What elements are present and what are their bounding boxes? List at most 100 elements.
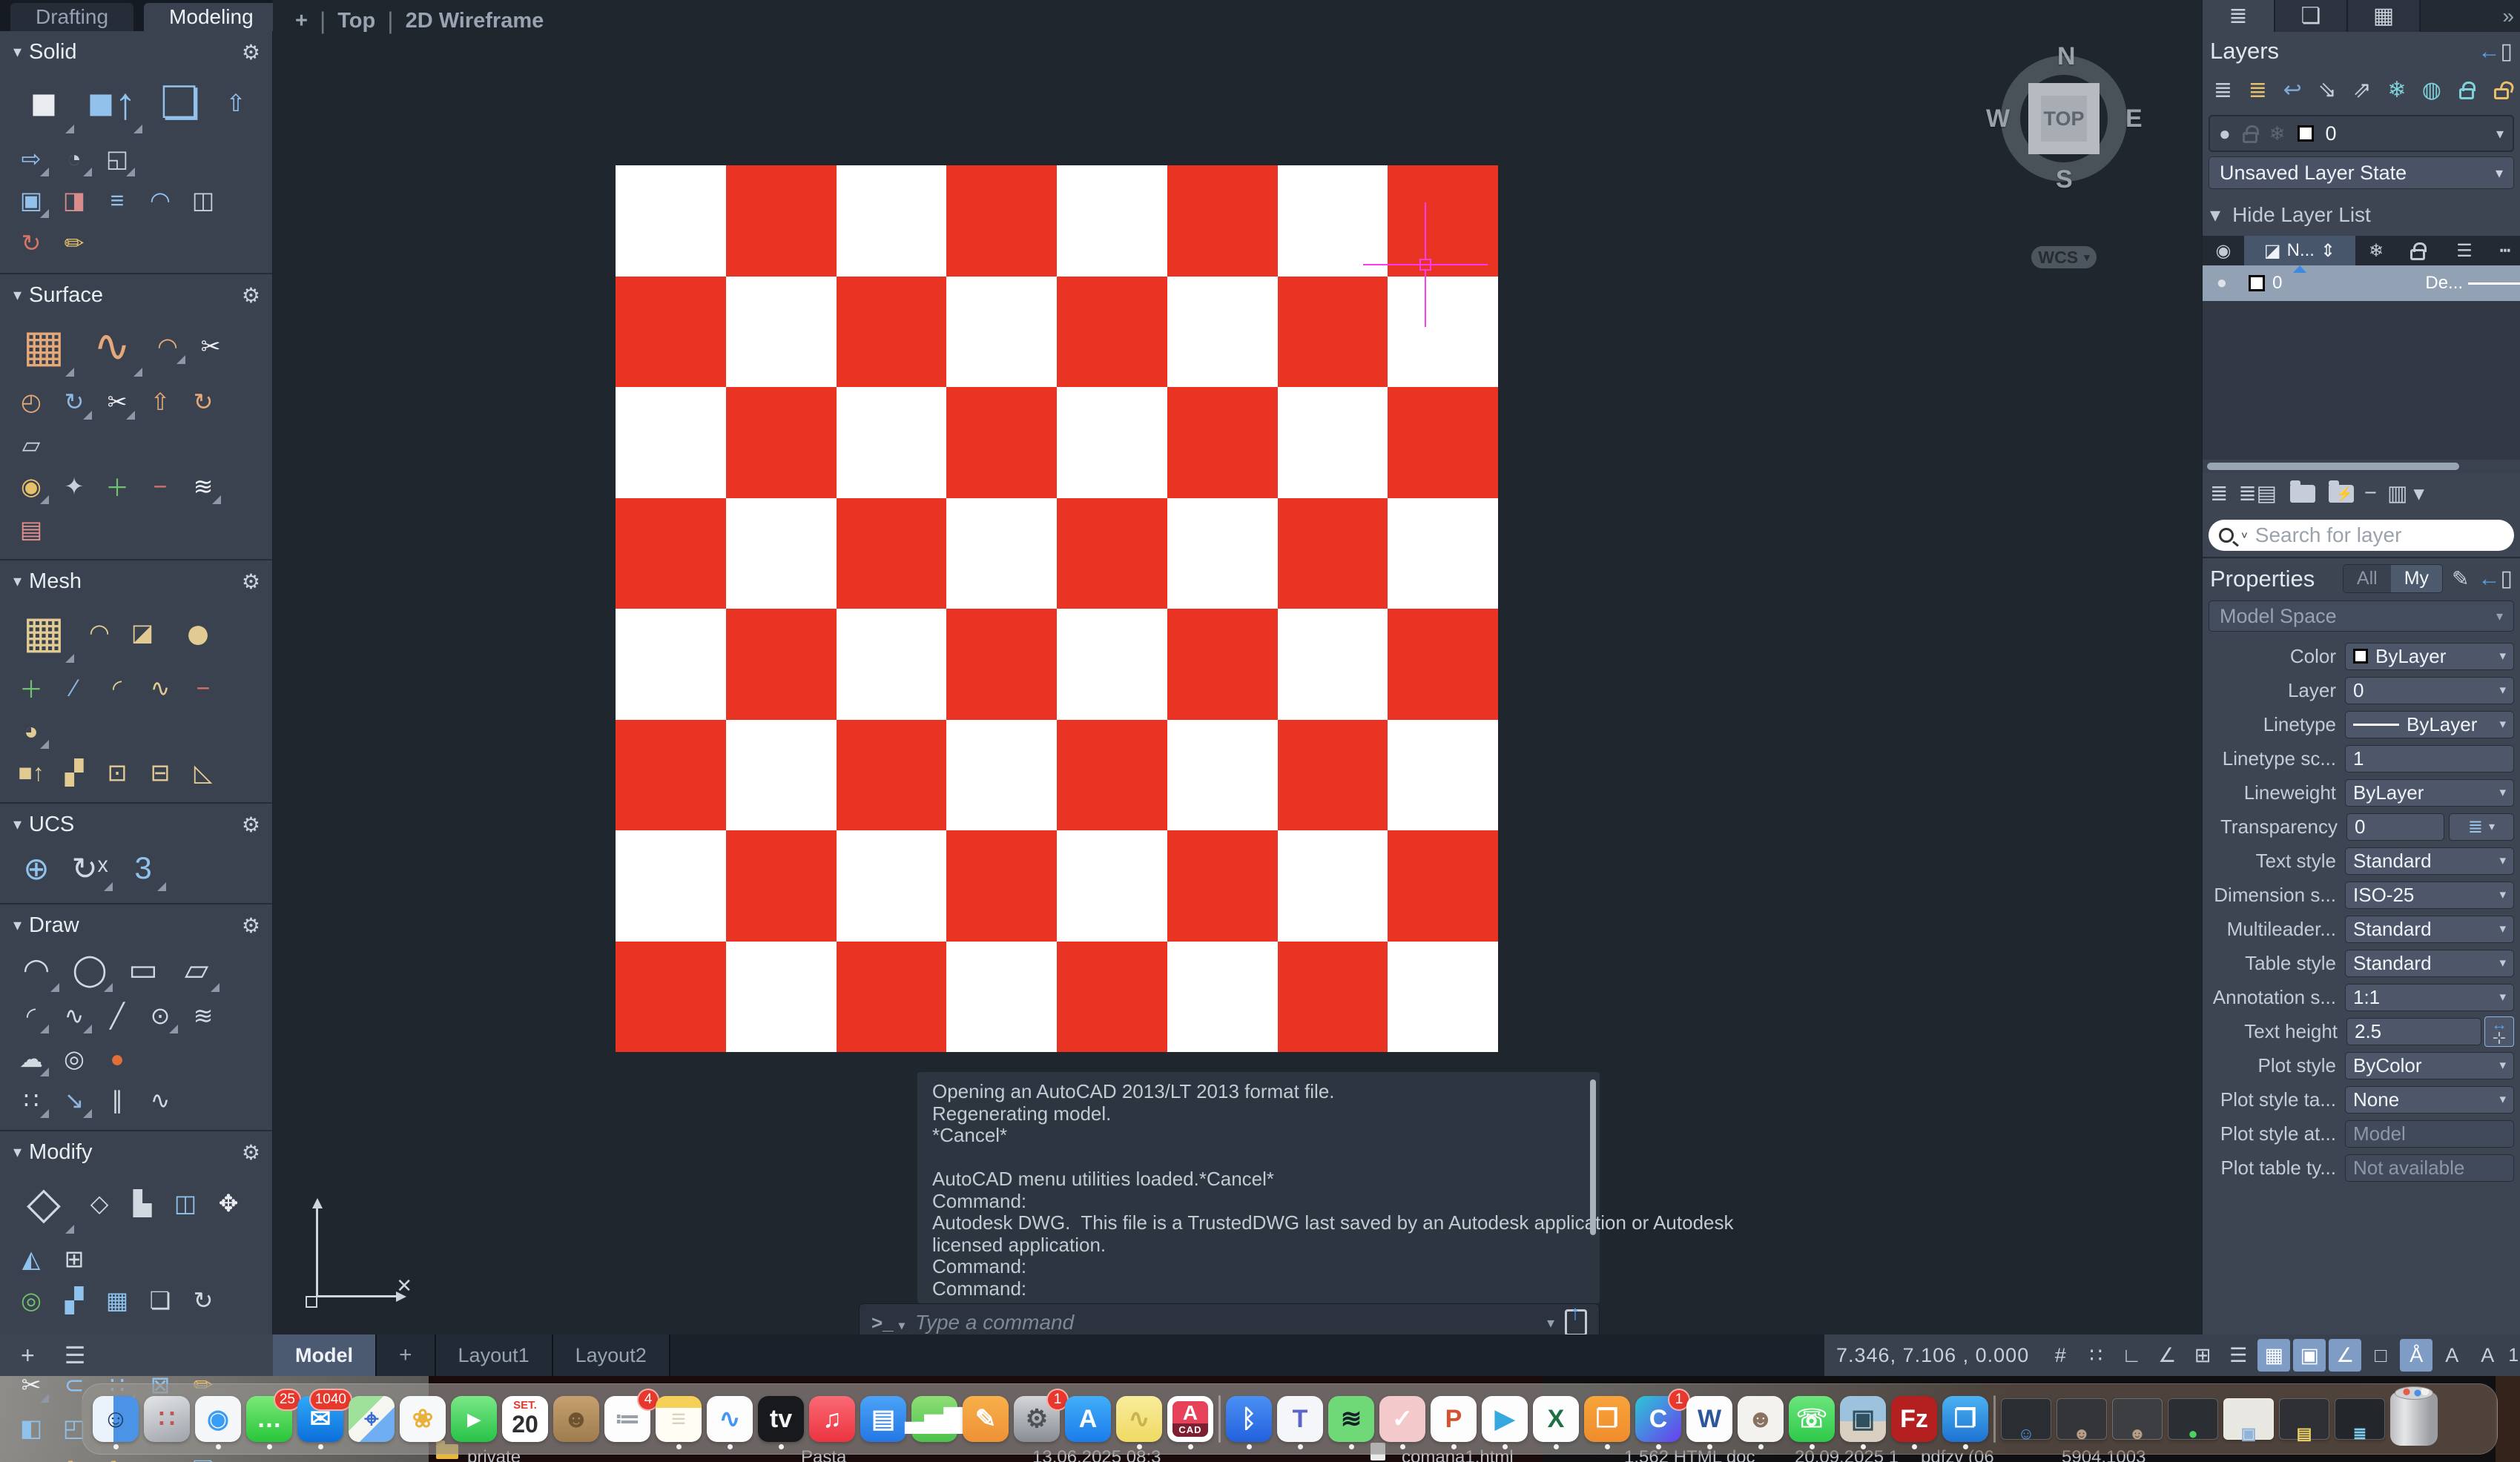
trash[interactable] bbox=[2390, 1392, 2438, 1446]
property-field[interactable]: ByLayer ▾ bbox=[2345, 779, 2514, 807]
tool-icon[interactable]: ◠ bbox=[141, 181, 179, 219]
add-palette-icon[interactable]: + bbox=[21, 1342, 35, 1369]
layer-freeze-icon[interactable]: ❄ bbox=[2269, 122, 2286, 145]
tool-icon[interactable]: ＋ bbox=[12, 669, 50, 707]
tool-icon[interactable]: ≋ bbox=[184, 996, 222, 1035]
layer-bottom-tool-icon[interactable] bbox=[2287, 485, 2315, 503]
document-window[interactable]: ▣ bbox=[2223, 1398, 2274, 1440]
palette-tab[interactable]: ▦ bbox=[2348, 0, 2421, 32]
viewcube[interactable]: N E S W TOP bbox=[1998, 53, 2130, 185]
eye-column-icon[interactable]: ◉ bbox=[2203, 240, 2244, 262]
section-chevron-icon[interactable]: ▾ bbox=[13, 572, 22, 591]
tool-icon[interactable]: ↘ bbox=[55, 1081, 93, 1119]
tool-icon[interactable]: ▱ bbox=[172, 945, 221, 993]
canva[interactable]: C 1 bbox=[1635, 1396, 1681, 1442]
current-layer-dropdown[interactable]: ● ❄ 0 ▾ bbox=[2209, 115, 2514, 152]
bluetooth[interactable]: ᛒ bbox=[1226, 1396, 1272, 1442]
layer-search-field[interactable]: ˅ Search for layer bbox=[2209, 520, 2514, 551]
viewcube-east[interactable]: E bbox=[2125, 105, 2143, 133]
tool-icon[interactable]: ∷ bbox=[12, 1081, 50, 1119]
facetime[interactable]: ▸ bbox=[451, 1396, 497, 1442]
property-field[interactable]: 1:1 ▾ bbox=[2345, 984, 2514, 1011]
tool-icon[interactable]: ◱ bbox=[12, 1450, 50, 1462]
tool-icon[interactable]: ◧ bbox=[12, 1409, 50, 1447]
layout-tab[interactable]: Layout2 bbox=[553, 1334, 670, 1376]
tool-icon[interactable]: − bbox=[184, 669, 222, 707]
property-field[interactable]: ByLayer ▾ bbox=[2345, 711, 2514, 738]
annotation-scale-button[interactable]: 1:1▾ bbox=[2508, 1345, 2520, 1366]
layer-tool-icon[interactable] bbox=[2487, 75, 2516, 105]
transparency-bylayer-button[interactable]: ≣▾ bbox=[2449, 813, 2514, 841]
tool-icon[interactable]: ≋ bbox=[184, 467, 222, 506]
tool-icon[interactable]: ↻ˣ bbox=[65, 844, 114, 893]
palette-tab[interactable]: ≣ bbox=[2203, 0, 2275, 32]
tool-icon[interactable]: ■↑ bbox=[12, 753, 50, 792]
tool-icon[interactable]: ◕ bbox=[12, 712, 50, 750]
status-toggle-icon[interactable]: □ bbox=[2364, 1339, 2397, 1372]
notes[interactable]: ≡ bbox=[656, 1396, 702, 1442]
gimp-window[interactable]: ☻ bbox=[2056, 1398, 2107, 1440]
photos[interactable]: ❀ bbox=[400, 1396, 446, 1442]
powerpoint[interactable]: P bbox=[1431, 1396, 1477, 1442]
layer-tool-icon[interactable] bbox=[2452, 75, 2481, 105]
finder-window[interactable]: ☺ bbox=[2001, 1398, 2051, 1440]
all-my-toggle[interactable]: All My bbox=[2343, 564, 2443, 593]
tool-icon[interactable]: ◺ bbox=[184, 753, 222, 792]
tool-icon[interactable]: ▣ bbox=[12, 181, 50, 219]
reminders[interactable]: ≔ 4 bbox=[604, 1396, 650, 1442]
freeform[interactable]: ∿ bbox=[707, 1396, 753, 1442]
safari[interactable]: ◉ bbox=[195, 1396, 241, 1442]
checklist[interactable]: ✓ bbox=[1379, 1396, 1425, 1442]
ribbon-tab[interactable]: Modeling bbox=[144, 3, 279, 31]
lock-column-icon[interactable] bbox=[2397, 242, 2438, 260]
share-icon[interactable] bbox=[1565, 1309, 1587, 1336]
tool-icon[interactable]: ▦ bbox=[98, 1281, 136, 1320]
tool-icon[interactable]: ╱ bbox=[98, 996, 136, 1035]
section-gear-icon[interactable]: ⚙ bbox=[242, 283, 260, 308]
tool-icon[interactable]: ◎ bbox=[12, 1281, 50, 1320]
tool-icon[interactable]: ⇨ bbox=[12, 139, 50, 178]
status-toggle-icon[interactable]: ∠ bbox=[2329, 1339, 2361, 1372]
tool-icon[interactable]: ◫ bbox=[166, 1184, 205, 1223]
status-toggle-icon[interactable]: ∷ bbox=[2079, 1339, 2112, 1372]
status-toggle-icon[interactable]: Å bbox=[2400, 1339, 2432, 1372]
layout-tab[interactable]: Layout1 bbox=[436, 1334, 553, 1376]
property-field[interactable]: Not available ▾ bbox=[2345, 1154, 2514, 1182]
tool-icon[interactable]: ⊞ bbox=[55, 1240, 93, 1278]
my-segment[interactable]: My bbox=[2391, 565, 2442, 592]
tool-icon[interactable]: ■ bbox=[12, 71, 76, 135]
status-toggle-icon[interactable]: ∟ bbox=[2115, 1339, 2148, 1372]
section-gear-icon[interactable]: ⚙ bbox=[242, 569, 260, 594]
layer-tool-icon[interactable]: ≣ bbox=[2209, 75, 2237, 105]
section-gear-icon[interactable]: ⚙ bbox=[242, 1140, 260, 1165]
section-gear-icon[interactable]: ⚙ bbox=[242, 913, 260, 938]
layer-state-dropdown[interactable]: Unsaved Layer State▾ bbox=[2209, 156, 2514, 189]
status-toggle-icon[interactable]: ∠ bbox=[2151, 1339, 2183, 1372]
viewport-add-button[interactable]: + bbox=[295, 9, 308, 33]
viewcube-south[interactable]: S bbox=[2056, 165, 2073, 194]
layer-tool-icon[interactable]: ⇗ bbox=[2348, 75, 2377, 105]
tool-icon[interactable]: ▤ bbox=[12, 510, 50, 549]
property-field[interactable]: Standard ▾ bbox=[2345, 847, 2514, 875]
tool-icon[interactable]: ↻ bbox=[184, 1281, 222, 1320]
layer-tool-icon[interactable]: ≣ bbox=[2243, 75, 2272, 105]
layout-tab[interactable]: Model bbox=[273, 1334, 377, 1376]
section-gear-icon[interactable]: ⚙ bbox=[242, 813, 260, 837]
tool-icon[interactable]: ✥ bbox=[209, 1184, 248, 1223]
viewport-view-button[interactable]: Top bbox=[337, 9, 375, 33]
tool-icon[interactable]: 3 bbox=[119, 844, 168, 893]
property-field[interactable]: 0 ▾ bbox=[2346, 813, 2444, 841]
command-history-panel[interactable]: Opening an AutoCAD 2013/LT 2013 format f… bbox=[917, 1072, 1600, 1303]
tool-icon[interactable]: ◴ bbox=[12, 383, 50, 421]
tool-icon[interactable]: ❏ bbox=[141, 1281, 179, 1320]
layer-bottom-tool-icon[interactable]: − bbox=[2364, 481, 2377, 506]
section-chevron-icon[interactable]: ▾ bbox=[13, 285, 22, 305]
tool-icon[interactable]: ≡ bbox=[98, 181, 136, 219]
tool-icon[interactable]: ▞ bbox=[55, 1281, 93, 1320]
tool-icon[interactable]: ◠ bbox=[80, 613, 119, 652]
freeze-column-icon[interactable]: ❄ bbox=[2355, 240, 2397, 262]
space-selector-dropdown[interactable]: Model Space▾ bbox=[2209, 601, 2514, 632]
tool-icon[interactable]: ⁄ bbox=[55, 669, 93, 707]
layer-tool-icon[interactable]: ❄ bbox=[2382, 75, 2411, 105]
tool-icon[interactable]: ⊙ bbox=[141, 996, 179, 1035]
